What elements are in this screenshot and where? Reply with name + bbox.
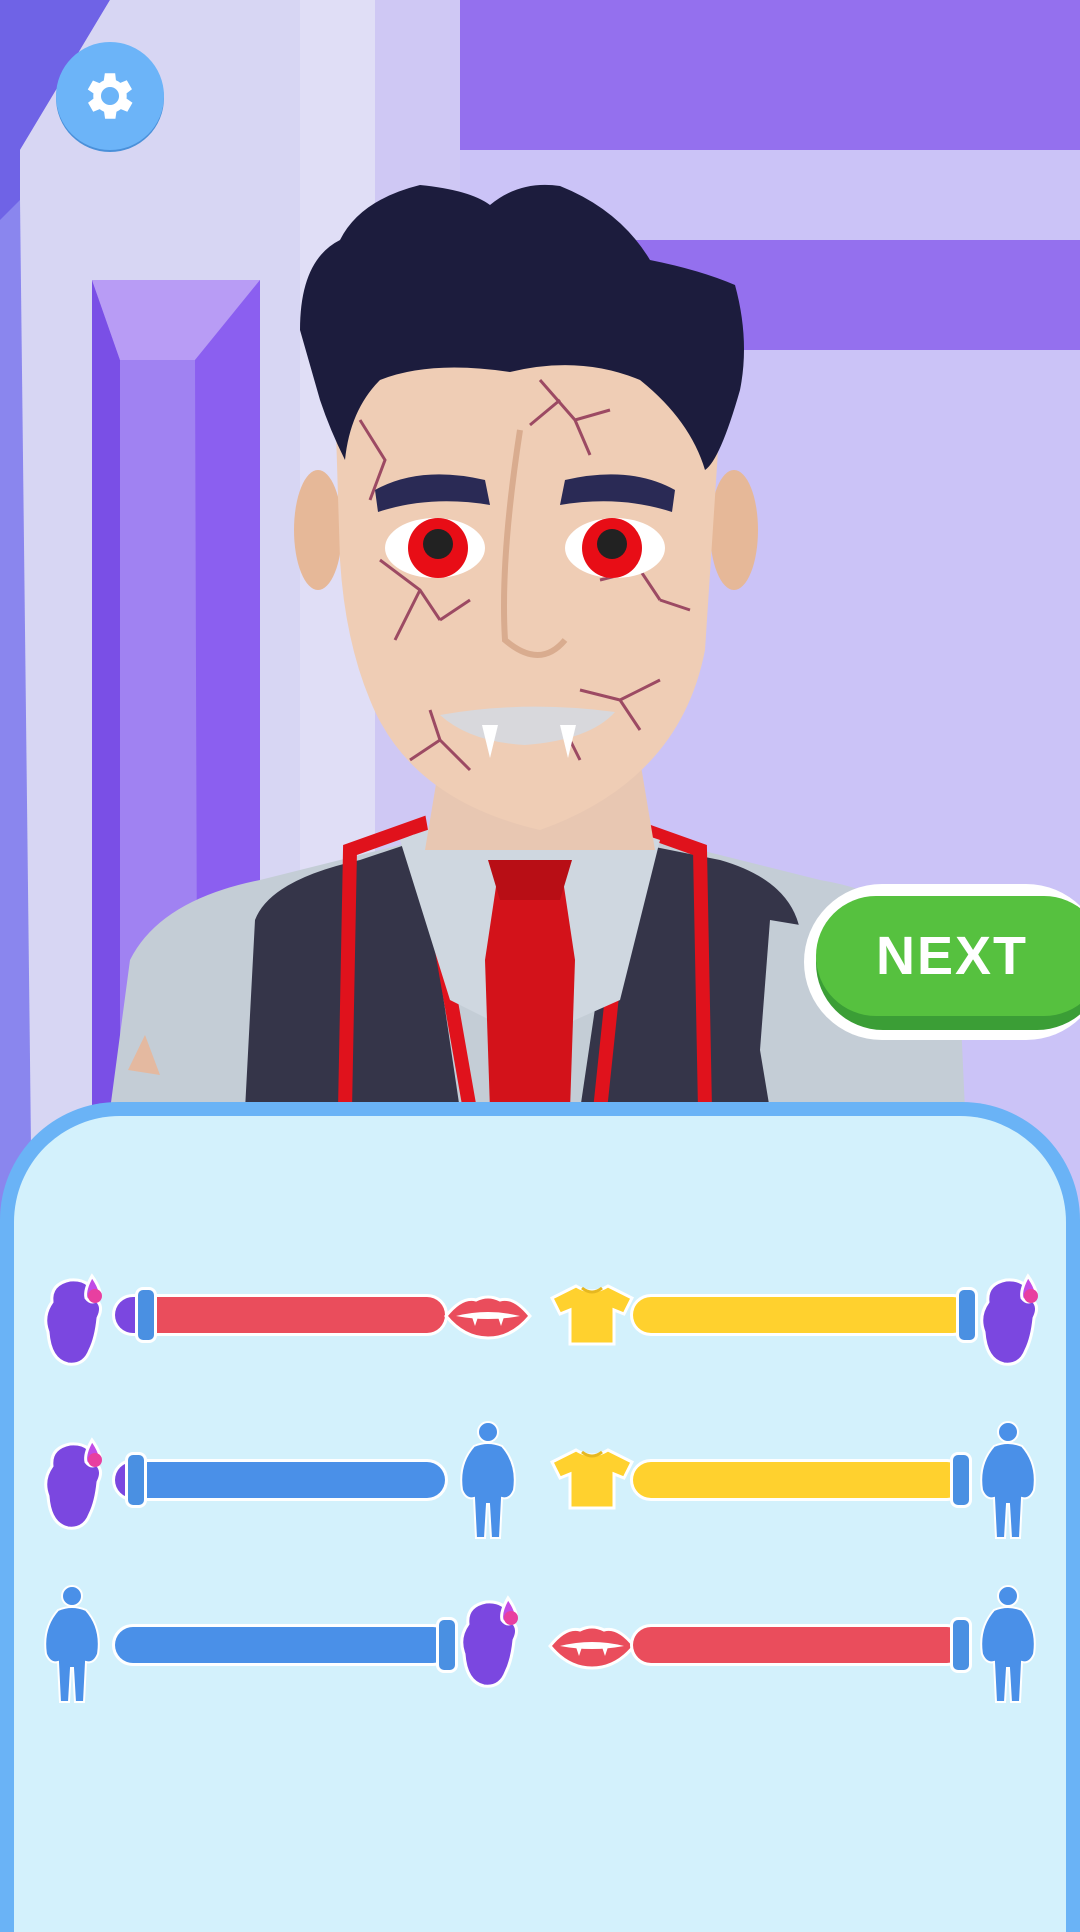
fat-body-icon (40, 1584, 104, 1712)
slider-handle[interactable] (125, 1452, 147, 1508)
fat-body-icon (456, 1420, 520, 1548)
zombie-head-icon (40, 1272, 112, 1372)
shirt-icon (548, 1446, 636, 1516)
slider-track[interactable] (630, 1294, 974, 1336)
slider-handle[interactable] (956, 1287, 978, 1343)
slider-fill-right (149, 1297, 445, 1333)
settings-button[interactable] (56, 42, 164, 150)
slider-handle[interactable] (436, 1617, 458, 1673)
morph-panel-inner (14, 1116, 1066, 1932)
shirt-icon (548, 1282, 636, 1352)
slider-track[interactable] (112, 1624, 454, 1666)
slider-handle[interactable] (135, 1287, 157, 1343)
slider-fill-left (115, 1627, 450, 1663)
fat-body-icon (976, 1420, 1040, 1548)
next-button[interactable]: NEXT (804, 884, 1080, 1040)
slider-track[interactable] (112, 1459, 448, 1501)
vampire-lips-icon (442, 1290, 534, 1346)
slider-track[interactable] (630, 1459, 968, 1501)
morph-panel (0, 1102, 1080, 1932)
slider-track[interactable] (112, 1294, 448, 1336)
zombie-head-icon (976, 1272, 1048, 1372)
slider-fill-left (633, 1297, 970, 1333)
slider-fill-left (633, 1462, 964, 1498)
zombie-head-icon (40, 1436, 112, 1536)
fat-body-icon (976, 1584, 1040, 1712)
vampire-lips-icon (546, 1620, 638, 1676)
gear-icon (87, 73, 133, 119)
next-button-label: NEXT (816, 896, 1080, 1016)
slider-fill-right (139, 1462, 445, 1498)
next-button-base: NEXT (816, 896, 1080, 1030)
slider-handle[interactable] (950, 1617, 972, 1673)
slider-fill-left (633, 1627, 964, 1663)
slider-handle[interactable] (950, 1452, 972, 1508)
slider-track[interactable] (630, 1624, 968, 1666)
zombie-head-icon (456, 1594, 528, 1694)
